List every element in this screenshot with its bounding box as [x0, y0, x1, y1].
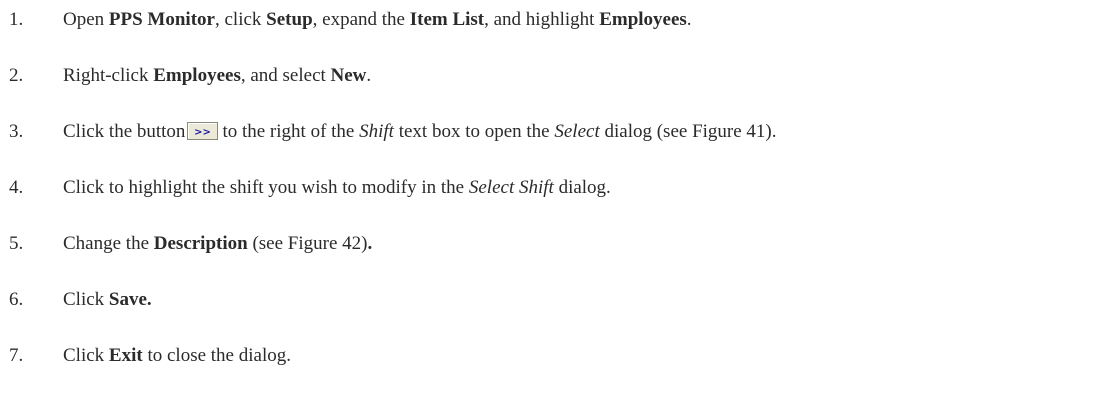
bold-term: Employees	[599, 9, 687, 30]
bold-term: .	[367, 233, 373, 254]
step-text-run: dialog.	[553, 177, 611, 198]
step-text: Click to highlight the shift you wish to…	[63, 173, 611, 203]
step-text: Change the Description (see Figure 42).	[63, 229, 372, 259]
step-number: 6.	[9, 289, 24, 310]
step-text: Click Save.	[63, 285, 152, 315]
step-text-run: dialog (see Figure 41).	[599, 121, 777, 142]
bold-term: PPS Monitor	[108, 9, 215, 30]
step-number: 7.	[9, 345, 24, 366]
step-text-run: to the right of the	[222, 121, 360, 142]
step-text-run: Click to highlight the shift you wish to…	[63, 177, 469, 198]
italic-term: Select Shift	[468, 177, 554, 198]
step-text-run: Right-click	[63, 65, 154, 86]
bold-term: Setup	[266, 9, 313, 30]
italic-term: Select	[554, 121, 600, 142]
step-text-run: , and highlight	[484, 9, 600, 30]
bold-term: Item List	[409, 9, 485, 30]
bold-term: Employees	[153, 65, 241, 86]
step-text-run: Click	[63, 289, 109, 310]
step-text: Click the button >> to the right of the Sh…	[63, 117, 777, 147]
step-text-run: Change the	[63, 233, 154, 254]
step-text-run: to close the dialog.	[142, 345, 291, 366]
step-number: 3.	[9, 121, 24, 142]
step-number: 5.	[9, 233, 24, 254]
step-text-run: text box to open the	[393, 121, 555, 142]
step-text-run: .	[366, 65, 372, 86]
bold-term: Save.	[108, 289, 152, 310]
step-text-run: Click the button	[63, 121, 186, 142]
bold-term: New	[330, 65, 367, 86]
bold-term: Description	[153, 233, 248, 254]
step-text: Open PPS Monitor, click Setup, expand th…	[63, 5, 692, 35]
bold-term: Exit	[108, 345, 143, 366]
step-number: 2.	[9, 65, 24, 86]
step-text: Click Exit to close the dialog.	[63, 341, 291, 371]
step-text-run: , and select	[240, 65, 331, 86]
step-text: Right-click Employees, and select New.	[63, 61, 371, 91]
step-text-run: , expand the	[312, 9, 410, 30]
browse-button-label: >>	[195, 127, 212, 138]
browse-button-icon: >>	[187, 122, 219, 140]
step-number: 1.	[9, 9, 24, 30]
document-page: { "steps": [ { "number": "1.", "parts": …	[0, 0, 1109, 420]
step-number: 4.	[9, 177, 24, 198]
step-text-run: Open	[63, 9, 109, 30]
step-text-run: (see Figure 42)	[247, 233, 368, 254]
step-text-run: .	[686, 9, 692, 30]
step-text-run: , click	[214, 9, 267, 30]
italic-term: Shift	[359, 121, 394, 142]
step-text-run: Click	[63, 345, 109, 366]
